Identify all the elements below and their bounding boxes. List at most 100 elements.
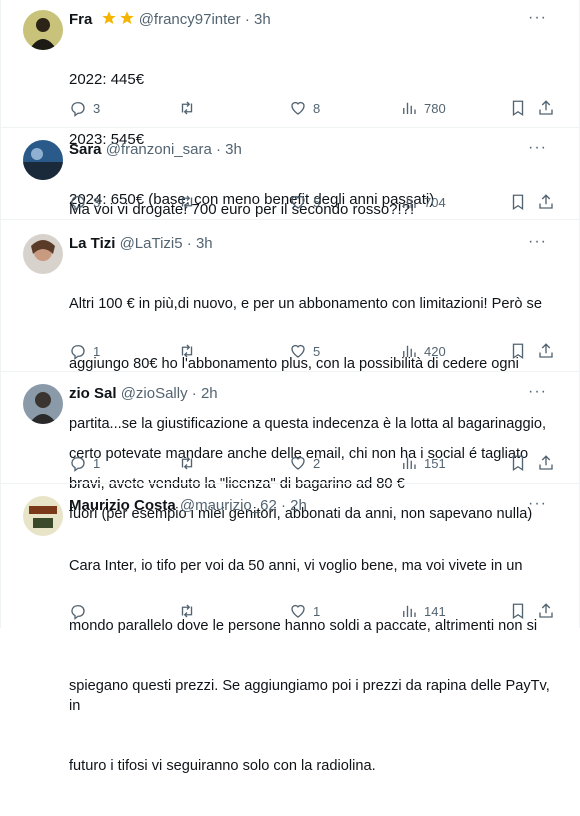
action-bar: 1 141: [69, 601, 563, 621]
more-icon[interactable]: ···: [528, 8, 547, 28]
star-icon: [117, 10, 135, 30]
user-handle[interactable]: @francy97inter: [139, 11, 241, 28]
like-button[interactable]: 2: [289, 453, 320, 473]
share-icon: [539, 100, 553, 115]
timestamp[interactable]: 3h: [254, 11, 271, 28]
views-button[interactable]: 780: [400, 98, 446, 118]
views-icon: [403, 457, 416, 469]
like-count: 5: [313, 194, 321, 210]
display-name[interactable]: La Tizi: [69, 235, 115, 252]
display-name[interactable]: Fra: [69, 11, 92, 28]
user-handle[interactable]: @franzoni_sara: [106, 141, 212, 158]
like-button[interactable]: 5: [289, 341, 320, 361]
views-button[interactable]: 704: [400, 192, 446, 212]
tweet[interactable]: Fra @francy97inter · 3h ··· 2022: 445€ 2…: [1, 0, 579, 208]
display-name[interactable]: Sara: [69, 141, 102, 158]
reply-icon: [71, 102, 85, 117]
bookmark-button[interactable]: [509, 341, 527, 361]
like-icon: [291, 604, 305, 618]
retweet-button[interactable]: [178, 601, 202, 621]
timestamp[interactable]: 2h: [290, 497, 307, 514]
tweet-header: zio Sal @zioSally · 2h ···: [69, 382, 565, 404]
display-name[interactable]: zio Sal: [69, 385, 117, 402]
share-button[interactable]: [537, 341, 555, 361]
views-count: 420: [424, 343, 446, 359]
bookmark-button[interactable]: [509, 601, 527, 621]
views-count: 704: [424, 194, 446, 210]
reply-button[interactable]: 3: [69, 98, 100, 118]
avatar[interactable]: [23, 10, 63, 50]
like-button[interactable]: 1: [289, 601, 320, 621]
action-bar: 1 5 420: [69, 341, 563, 361]
views-icon: [403, 102, 416, 114]
tweet-header: Fra @francy97inter · 3h ···: [69, 8, 565, 30]
tweet-line: Cara Inter, io tifo per voi da 50 anni, …: [69, 558, 523, 574]
like-button[interactable]: 5: [289, 192, 320, 212]
avatar[interactable]: [23, 140, 63, 180]
like-button[interactable]: 8: [289, 98, 320, 118]
tweet[interactable]: Sara @franzoni_sara · 3h ··· Ma voi vi d…: [1, 128, 579, 220]
like-icon: [291, 344, 305, 358]
tweet[interactable]: zio Sal @zioSally · 2h ··· certo potevat…: [1, 372, 579, 522]
more-icon[interactable]: ···: [528, 494, 547, 514]
views-button[interactable]: 420: [400, 341, 446, 361]
reply-count: 3: [93, 194, 101, 210]
share-button[interactable]: [537, 192, 555, 212]
like-icon: [291, 456, 305, 470]
share-button[interactable]: [537, 98, 555, 118]
retweet-icon: [181, 456, 193, 470]
bookmark-button[interactable]: [509, 453, 527, 473]
views-icon: [403, 345, 416, 357]
action-bar: 3 5 704: [69, 192, 563, 212]
like-count: 5: [313, 343, 321, 359]
retweet-button[interactable]: [178, 98, 202, 118]
user-handle[interactable]: @LaTizi5: [120, 235, 183, 252]
views-button[interactable]: 141: [400, 601, 446, 621]
more-icon[interactable]: ···: [528, 232, 547, 252]
tweet[interactable]: Maurizio Costa @maurizio_62 · 2h ··· Car…: [1, 484, 579, 774]
tweet-line: futuro i tifosi vi seguiranno solo con l…: [69, 758, 376, 774]
action-bar: 1 2 151: [69, 453, 563, 473]
like-count: 8: [313, 100, 321, 116]
reply-button[interactable]: 1: [69, 453, 100, 473]
reply-icon: [71, 196, 85, 211]
user-handle[interactable]: @maurizio_62: [180, 497, 277, 514]
reply-feed: Fra @francy97inter · 3h ··· 2022: 445€ 2…: [0, 0, 580, 774]
retweet-icon: [181, 604, 193, 618]
avatar[interactable]: [23, 234, 63, 274]
bookmark-icon: [512, 194, 524, 211]
separator-dot: ·: [280, 497, 286, 514]
reply-button[interactable]: 1: [69, 341, 100, 361]
more-icon[interactable]: ···: [528, 382, 547, 402]
views-icon: [403, 605, 416, 617]
views-count: 141: [424, 603, 446, 619]
like-count: 2: [313, 455, 321, 471]
share-icon: [539, 603, 553, 618]
views-button[interactable]: 151: [400, 453, 446, 473]
timestamp[interactable]: 3h: [196, 235, 213, 252]
views-icon: [403, 196, 416, 208]
share-icon: [539, 343, 553, 358]
retweet-button[interactable]: [178, 341, 202, 361]
retweet-button[interactable]: [178, 453, 202, 473]
user-handle[interactable]: @zioSally: [121, 385, 188, 402]
tweet-header: Maurizio Costa @maurizio_62 · 2h ···: [69, 494, 565, 516]
timestamp[interactable]: 3h: [225, 141, 242, 158]
display-name[interactable]: Maurizio Costa: [69, 497, 176, 514]
reply-button[interactable]: [69, 601, 93, 621]
avatar[interactable]: [23, 384, 63, 424]
like-count: 1: [313, 603, 321, 619]
share-button[interactable]: [537, 601, 555, 621]
share-button[interactable]: [537, 453, 555, 473]
retweet-button[interactable]: [178, 192, 202, 212]
tweet[interactable]: La Tizi @LaTizi5 · 3h ··· Altri 100 € in…: [1, 220, 579, 492]
more-icon[interactable]: ···: [528, 138, 547, 158]
bookmark-icon: [512, 603, 524, 620]
timestamp[interactable]: 2h: [201, 385, 218, 402]
bookmark-icon: [512, 455, 524, 472]
reply-count: 1: [93, 455, 101, 471]
bookmark-button[interactable]: [509, 192, 527, 212]
bookmark-button[interactable]: [509, 98, 527, 118]
avatar[interactable]: [23, 496, 63, 536]
reply-button[interactable]: 3: [69, 192, 100, 212]
